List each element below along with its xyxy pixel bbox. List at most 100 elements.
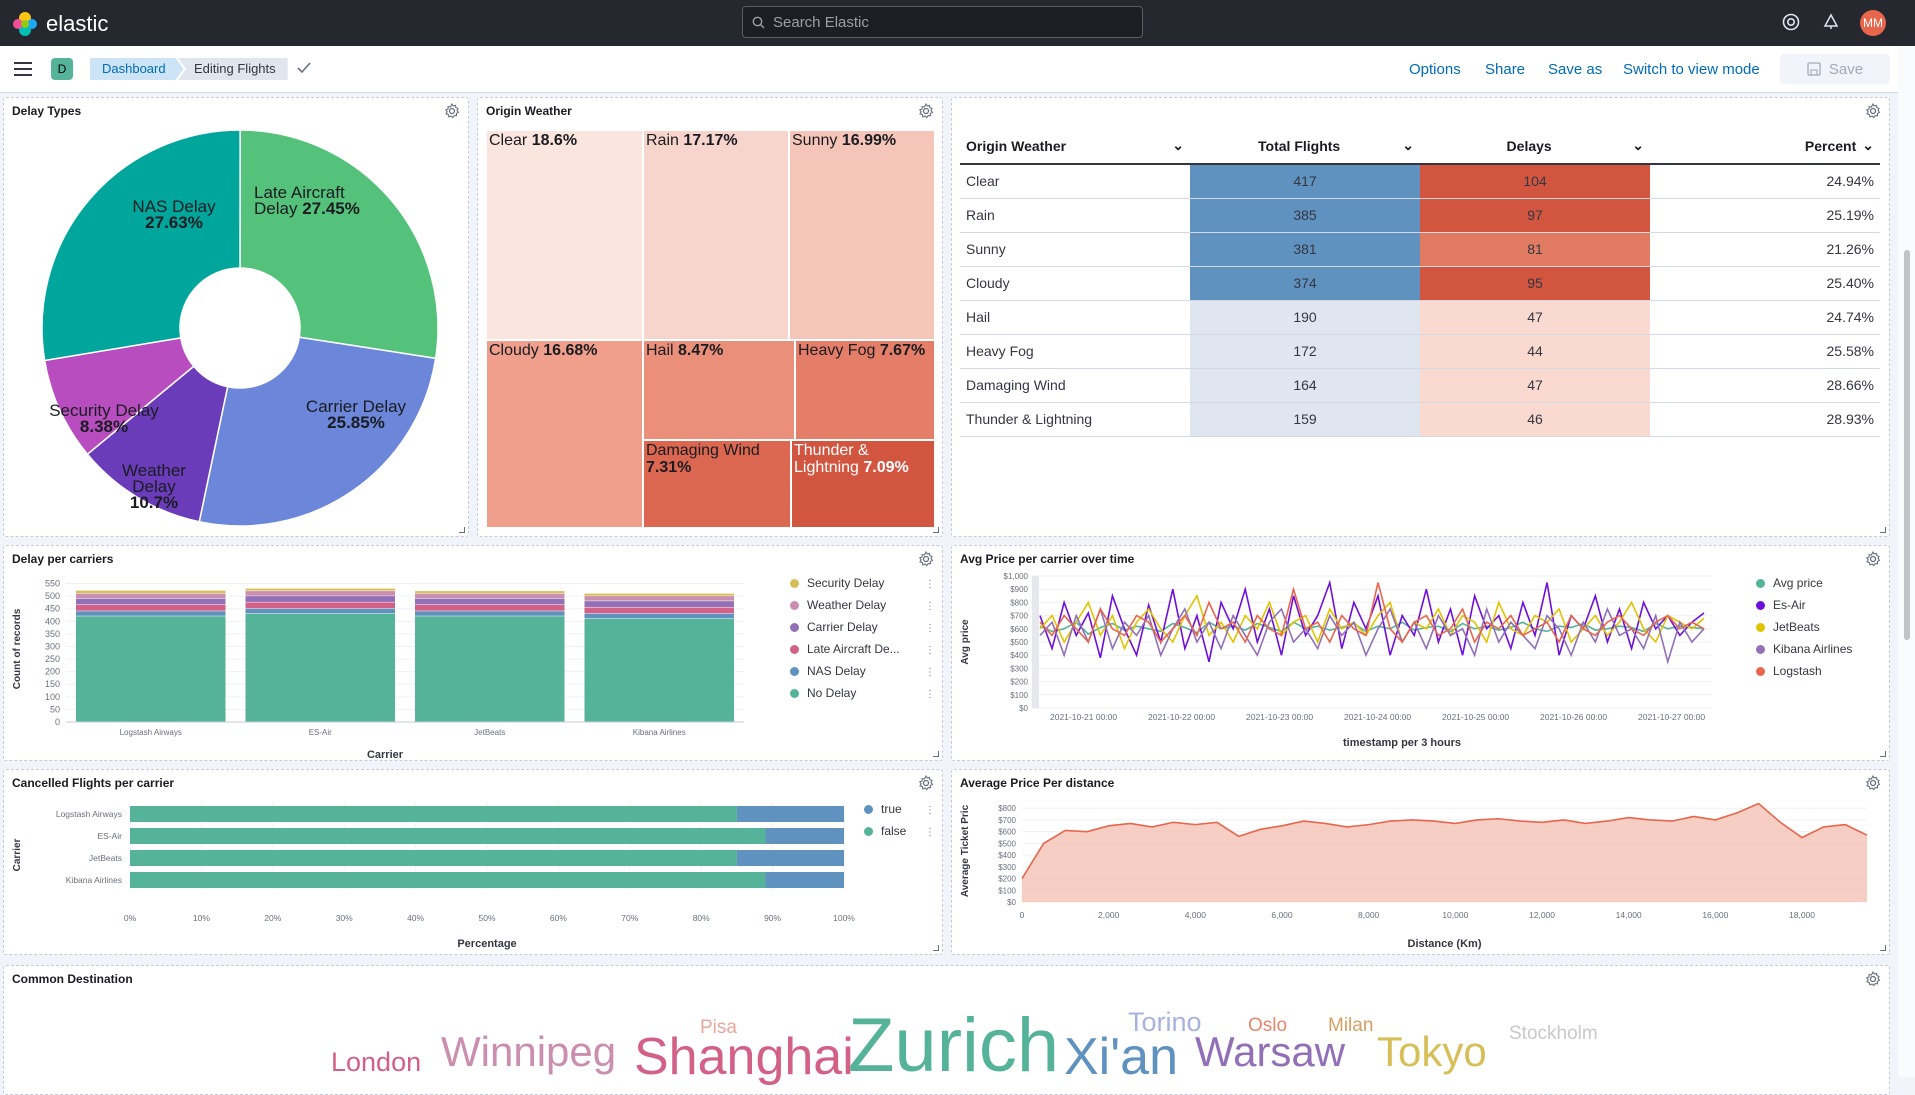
gear-icon[interactable] [918, 103, 934, 119]
treemap-cell-damaging-wind[interactable]: Damaging Wind 7.31% [643, 440, 791, 528]
table-cell: 46 [1420, 402, 1650, 437]
y-tick-label: $600 [1010, 625, 1028, 634]
legend-item-security-delay[interactable]: Security Delay [790, 572, 900, 594]
wordcloud-word[interactable]: Winnipeg [441, 1031, 616, 1073]
treemap-cell-hail[interactable]: Hail 8.47% [643, 340, 795, 440]
checkmark-icon[interactable] [297, 62, 311, 74]
table-row[interactable]: Heavy Fog 172 44 25.58% [960, 334, 1880, 369]
legend-item-false[interactable]: false [864, 820, 906, 842]
gear-icon[interactable] [1865, 971, 1881, 987]
bar-segment [415, 593, 565, 599]
newsfeed-icon[interactable] [1821, 12, 1841, 32]
y-axis-title: Average Ticket Pric [960, 804, 971, 897]
table-row[interactable]: Cloudy 374 95 25.40% [960, 266, 1880, 301]
table-row[interactable]: Rain 385 97 25.19% [960, 198, 1880, 233]
resize-handle[interactable] [459, 527, 465, 533]
switch-view-mode-link[interactable]: Switch to view mode [1623, 61, 1760, 78]
timeline-marker [1032, 576, 1039, 708]
legend-item-late-aircraft-delay[interactable]: Late Aircraft De... [790, 638, 900, 660]
legend-item-avg-price[interactable]: Avg price [1756, 572, 1852, 594]
pie-slice[interactable] [41, 129, 241, 362]
page-scrollbar-thumb[interactable] [1904, 250, 1910, 640]
treemap-cell-heavy-fog[interactable]: Heavy Fog 7.67% [795, 340, 935, 440]
legend-item-true[interactable]: true [864, 798, 906, 820]
table-row[interactable]: Thunder & Lightning 159 46 28.93% [960, 402, 1880, 437]
wordcloud-word[interactable]: Tokyo [1377, 1031, 1487, 1073]
column-header-percent[interactable]: Percent ⌄ [1650, 128, 1880, 165]
treemap-cell-sunny[interactable]: Sunny 16.99% [789, 130, 935, 340]
legend-actions[interactable]: ⋮ ⋮ ⋮ ⋮ ⋮ ⋮ [925, 574, 935, 706]
resize-handle[interactable] [933, 527, 939, 533]
table-cell: 190 [1190, 300, 1420, 335]
x-tick-label: 50% [478, 913, 495, 923]
x-tick-label: 18,000 [1789, 910, 1815, 920]
legend-item-nas-delay[interactable]: NAS Delay [790, 660, 900, 682]
gear-icon[interactable] [444, 103, 460, 119]
bar-segment [245, 602, 395, 609]
treemap-cell-thunder-lightning[interactable]: Thunder & Lightning 7.09% [791, 440, 935, 528]
wordcloud-word[interactable]: Stockholm [1509, 1024, 1598, 1043]
help-icon[interactable] [1781, 12, 1801, 32]
legend-item-carrier-delay[interactable]: Carrier Delay [790, 616, 900, 638]
resize-handle[interactable] [933, 945, 939, 951]
user-avatar[interactable]: MM [1860, 10, 1886, 36]
wordcloud-word[interactable]: Xi'an [1064, 1031, 1178, 1083]
resize-handle[interactable] [1880, 945, 1886, 951]
pie-slice[interactable] [239, 129, 439, 360]
legend-item-no-delay[interactable]: No Delay [790, 682, 900, 704]
legend-actions[interactable]: ⋮ ⋮ [925, 800, 935, 844]
resize-handle[interactable] [933, 751, 939, 757]
space-avatar[interactable]: D [51, 58, 73, 80]
treemap-cell-clear[interactable]: Clear 18.6% [486, 130, 643, 340]
resize-handle[interactable] [1880, 527, 1886, 533]
y-tick-label: Kibana Airlines [66, 875, 122, 885]
options-link[interactable]: Options [1409, 61, 1461, 78]
gear-icon[interactable] [1865, 103, 1881, 119]
column-header-origin-weather[interactable]: Origin Weather ⌄ [960, 128, 1190, 165]
legend-item-kibana-airlines[interactable]: Kibana Airlines [1756, 638, 1852, 660]
bar-segment [736, 850, 844, 866]
wordcloud-word[interactable]: Warsaw [1195, 1031, 1345, 1073]
menu-icon[interactable] [14, 61, 32, 77]
y-tick-label: 100 [45, 692, 60, 702]
column-header-delays[interactable]: Delays ⌄ [1420, 128, 1650, 165]
legend-item-es-air[interactable]: Es-Air [1756, 594, 1852, 616]
table-row[interactable]: Sunny 381 81 21.26% [960, 232, 1880, 267]
search-input[interactable]: Search Elastic [742, 6, 1143, 38]
table-row[interactable]: Damaging Wind 164 47 28.66% [960, 368, 1880, 403]
column-header-total-flights[interactable]: Total Flights ⌄ [1190, 128, 1420, 165]
x-axis-title: Carrier [367, 749, 404, 761]
table-cell: Cloudy [960, 266, 1190, 301]
wordcloud-word[interactable]: London [331, 1049, 421, 1076]
x-tick-label: 100% [833, 913, 855, 923]
y-tick-label: 50 [50, 704, 60, 714]
bar-segment [76, 611, 226, 616]
table-row[interactable]: Clear 417 104 24.94% [960, 164, 1880, 199]
share-link[interactable]: Share [1485, 61, 1525, 78]
gear-icon[interactable] [1865, 551, 1881, 567]
wordcloud-word[interactable]: Shanghai [634, 1031, 854, 1083]
y-tick-label: $300 [1010, 664, 1028, 673]
table-cell: 385 [1190, 198, 1420, 233]
delay-legend: Security Delay Weather Delay Carrier Del… [790, 572, 900, 704]
gear-icon[interactable] [918, 775, 934, 791]
table-cell: 24.94% [1650, 164, 1880, 199]
elastic-logo[interactable]: elastic [12, 11, 108, 37]
save-as-link[interactable]: Save as [1548, 61, 1602, 78]
legend-item-logstash[interactable]: Logstash [1756, 660, 1852, 682]
treemap-cell-rain[interactable]: Rain 17.17% [643, 130, 789, 340]
resize-handle[interactable] [1880, 751, 1886, 757]
breadcrumb-dashboard[interactable]: Dashboard [90, 58, 184, 80]
save-button[interactable]: Save [1780, 54, 1890, 84]
legend-item-jetbeats[interactable]: JetBeats [1756, 616, 1852, 638]
delay-types-pie-chart: Late Aircraft Delay 27.45%Carrier Delay 25… [41, 129, 439, 527]
pie-slice[interactable] [198, 336, 437, 527]
table-row[interactable]: Hail 190 47 24.74% [960, 300, 1880, 335]
wordcloud-word[interactable]: Milan [1328, 1016, 1373, 1035]
wordcloud-word[interactable]: Zurich [848, 1008, 1059, 1084]
legend-item-weather-delay[interactable]: Weather Delay [790, 594, 900, 616]
treemap-cell-cloudy[interactable]: Cloudy 16.68% [486, 340, 643, 528]
x-tick-label: 2021-10-21 00:00 [1050, 712, 1117, 722]
cancelled-flights-chart: 0% 10% 20% 30% 40% 50% 60% 70% 80% 90% 100% Logstas… [12, 802, 855, 950]
gear-icon[interactable] [918, 551, 934, 567]
